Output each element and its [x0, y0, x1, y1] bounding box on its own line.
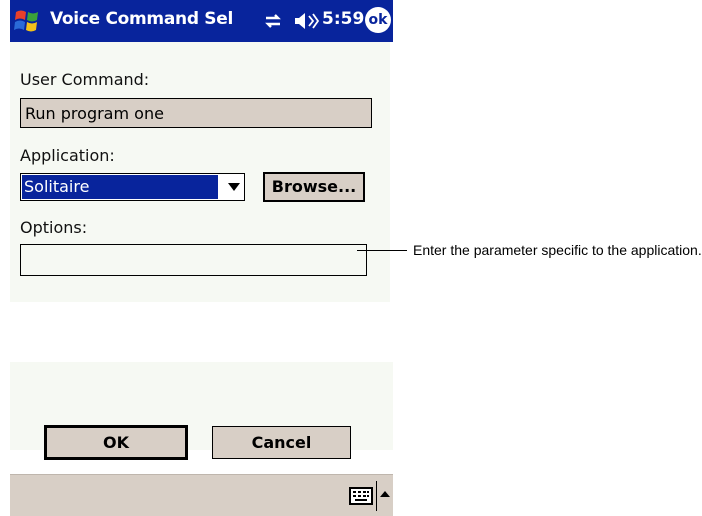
sip-arrow-up-icon[interactable]	[380, 491, 390, 497]
form-panel: User Command: Run program one Applicatio…	[10, 42, 390, 302]
windows-flag-icon[interactable]	[12, 6, 44, 36]
callout-line	[357, 250, 407, 251]
chevron-down-icon[interactable]	[228, 183, 240, 191]
application-label: Application:	[20, 146, 115, 165]
application-selected-value: Solitaire	[22, 175, 218, 199]
options-field[interactable]	[20, 244, 367, 276]
keyboard-icon[interactable]	[349, 487, 373, 505]
clock[interactable]: 5:59	[322, 9, 364, 29]
options-label: Options:	[20, 218, 88, 237]
volume-icon[interactable]	[293, 11, 319, 31]
browse-button[interactable]: Browse...	[263, 172, 365, 202]
user-command-label: User Command:	[20, 70, 150, 89]
callout-text: Enter the parameter specific to the appl…	[413, 242, 702, 258]
ok-button[interactable]: OK	[44, 425, 188, 460]
cancel-button[interactable]: Cancel	[212, 426, 351, 459]
application-dropdown[interactable]: Solitaire	[20, 173, 245, 201]
sip-bar	[10, 474, 393, 516]
title-ok-button[interactable]: ok	[365, 7, 391, 33]
window-title: Voice Command Sel	[50, 9, 234, 29]
title-bar: Voice Command Sel 5:59 ok	[10, 0, 393, 42]
user-command-field[interactable]: Run program one	[20, 98, 372, 128]
connectivity-icon[interactable]	[262, 10, 284, 32]
sip-separator	[376, 481, 377, 511]
